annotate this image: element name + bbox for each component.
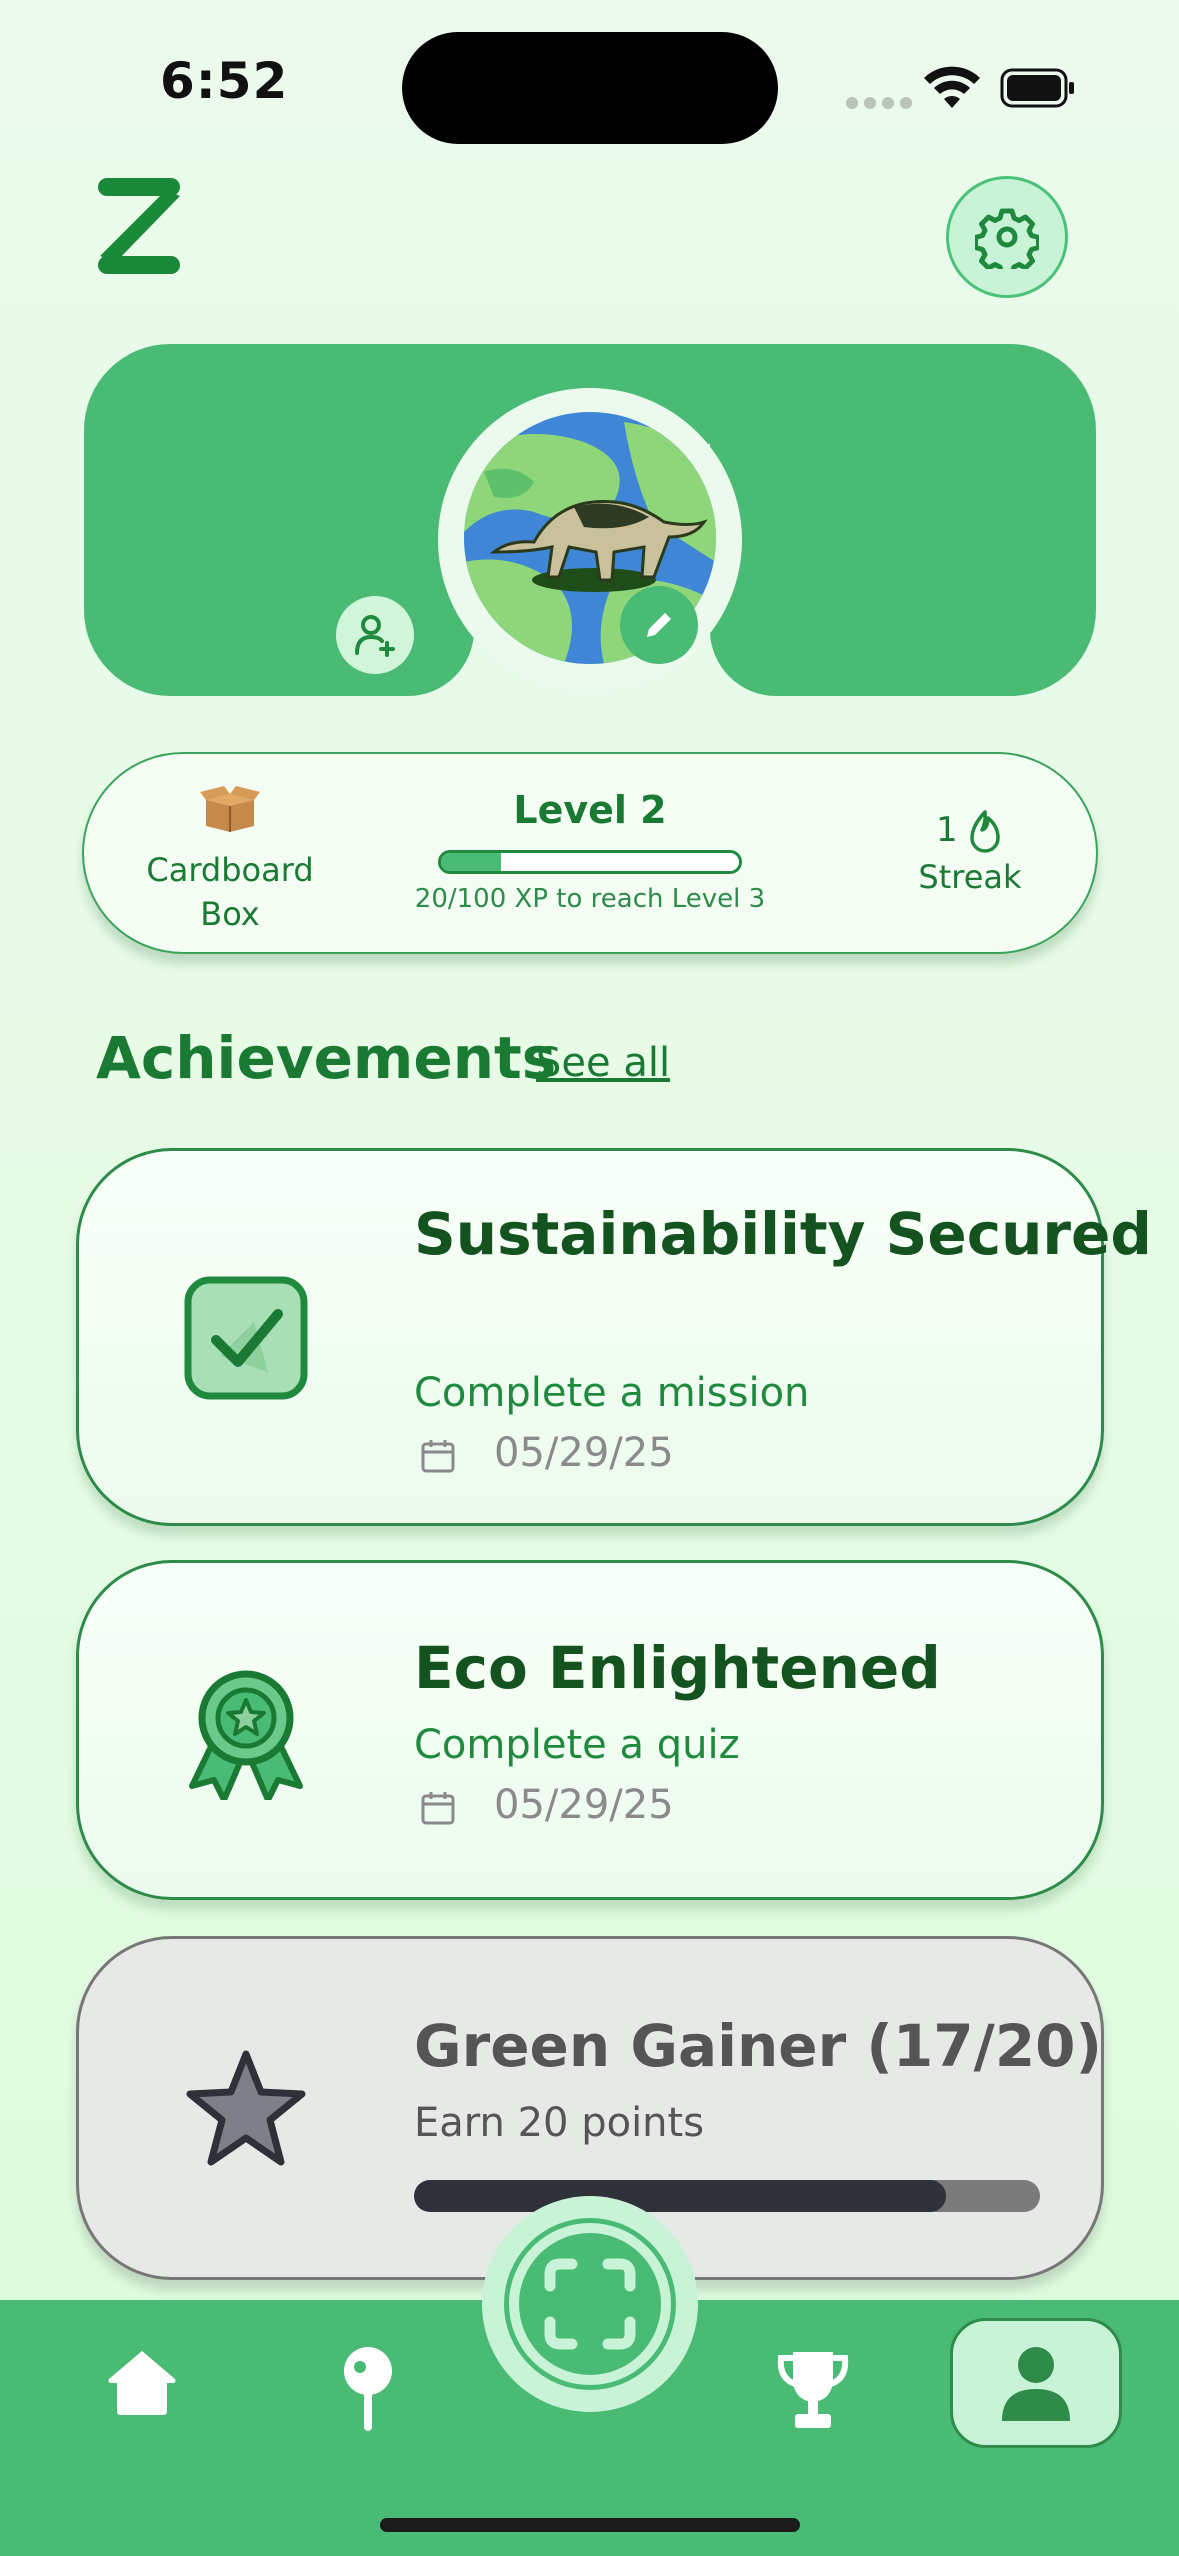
map-pin-icon — [344, 2347, 392, 2431]
streak-count: 1 — [936, 810, 958, 850]
achievement-progress-fill — [414, 2180, 947, 2212]
cardboard-box-icon — [200, 786, 260, 832]
checkbox-icon — [184, 1276, 308, 1400]
scan-button[interactable] — [504, 2218, 676, 2390]
achievement-title: Eco Enlightened — [414, 1634, 941, 1702]
profile-icon — [1002, 2347, 1070, 2421]
nav-map[interactable] — [326, 2340, 410, 2440]
flame-icon — [970, 810, 1000, 853]
settings-button[interactable] — [946, 176, 1068, 298]
star-icon — [186, 2050, 306, 2166]
add-friend-button[interactable] — [336, 596, 414, 674]
achievement-subtitle: Earn 20 points — [414, 2100, 705, 2146]
profile-banner-right — [710, 344, 1096, 696]
award-ribbon-icon — [189, 1670, 303, 1800]
battery-icon — [1000, 68, 1074, 108]
profile-banner-left — [84, 344, 474, 696]
achievement-date: 05/29/25 — [494, 1782, 674, 1828]
see-all-link[interactable]: See all — [536, 1040, 670, 1086]
nav-profile[interactable] — [950, 2318, 1122, 2448]
streak-label: Streak — [918, 858, 1022, 896]
edit-avatar-button[interactable] — [620, 586, 698, 664]
xp-progress-bar — [438, 850, 742, 874]
pencil-icon — [647, 613, 671, 637]
trophy-icon — [777, 2352, 849, 2428]
achievement-title: Green Gainer (17/20) — [414, 2012, 1103, 2080]
achievements-heading: Achievements — [96, 1024, 557, 1092]
xp-progress-fill — [441, 853, 501, 871]
dynamic-island — [402, 32, 778, 144]
achievement-date: 05/29/25 — [494, 1430, 674, 1476]
level-title: Level 2 — [513, 788, 667, 832]
achievement-subtitle: Complete a quiz — [414, 1722, 740, 1768]
calendar-icon — [421, 1440, 455, 1473]
achievement-subtitle: Complete a mission — [414, 1370, 810, 1416]
cellular-signal-icon — [846, 94, 928, 109]
rank-label: Cardboard Box — [146, 851, 314, 933]
xp-progress-text: 20/100 XP to reach Level 3 — [414, 884, 766, 914]
calendar-icon — [421, 1792, 455, 1825]
home-icon — [108, 2351, 176, 2415]
app-logo — [98, 178, 180, 274]
nav-home[interactable] — [100, 2340, 184, 2424]
wifi-icon — [924, 66, 980, 108]
achievement-progress-bar — [414, 2180, 1040, 2212]
gear-icon — [975, 208, 1039, 269]
status-time: 6:52 — [160, 52, 289, 110]
achievement-title: Sustainability Secured — [414, 1200, 1152, 1268]
home-indicator — [380, 2518, 800, 2532]
add-user-icon — [355, 615, 395, 657]
scan-icon — [509, 2223, 671, 2385]
nav-trophy[interactable] — [768, 2340, 858, 2440]
